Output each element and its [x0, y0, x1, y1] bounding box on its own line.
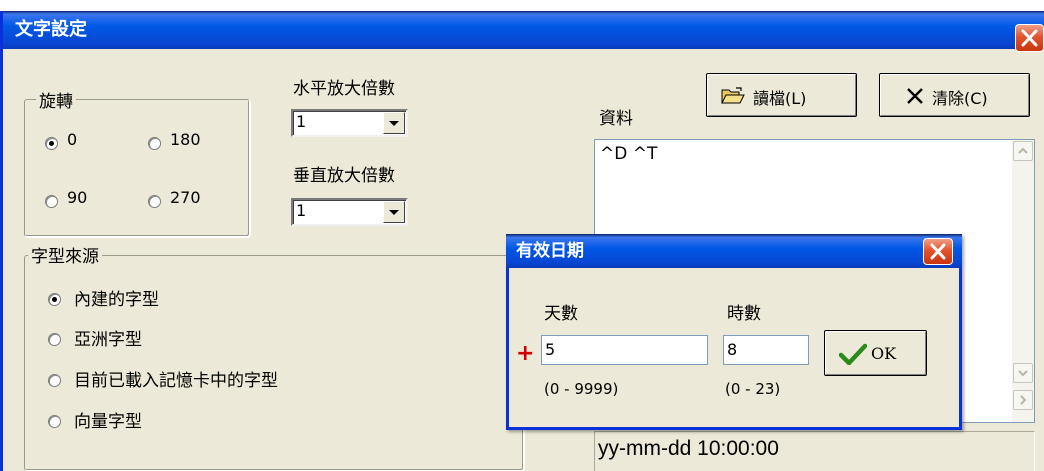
- data-content: ^D ^T: [600, 144, 658, 164]
- rotation-radio-90[interactable]: [45, 195, 58, 208]
- font-source-label-vector: 向量字型: [74, 412, 142, 432]
- vertical-scale-select[interactable]: 1: [291, 198, 408, 226]
- days-range: (0 - 9999): [544, 380, 619, 398]
- days-input[interactable]: 5: [541, 335, 708, 365]
- chevron-right-icon: [1020, 395, 1027, 405]
- font-source-radio-builtin[interactable]: [48, 293, 61, 306]
- horizontal-scale-label: 水平放大倍數: [293, 79, 395, 99]
- horizontal-scale-value: 1: [296, 112, 307, 131]
- close-icon: [1021, 29, 1038, 47]
- rotation-label-0: 0: [67, 130, 78, 149]
- ok-label: OK: [871, 344, 897, 363]
- load-file-button[interactable]: 讀檔(L): [706, 73, 857, 117]
- font-source-label-asian: 亞洲字型: [74, 330, 142, 350]
- rotation-label-270: 270: [170, 188, 201, 207]
- hours-value: 8: [727, 340, 738, 359]
- font-source-legend: 字型來源: [28, 242, 102, 267]
- hours-range: (0 - 23): [725, 380, 781, 398]
- x-icon: [907, 88, 923, 104]
- data-vertical-scrollbar[interactable]: [1012, 140, 1034, 422]
- load-file-label: 讀檔(L): [753, 89, 807, 108]
- font-source-radio-vector[interactable]: [48, 415, 61, 428]
- rotation-radio-180[interactable]: [148, 137, 161, 150]
- hours-label: 時數: [727, 304, 761, 324]
- rotation-legend: 旋轉: [36, 87, 76, 112]
- hours-input[interactable]: 8: [723, 335, 809, 365]
- scroll-down-button[interactable]: [1013, 363, 1033, 383]
- font-source-label-memory-card: 目前已載入記憶卡中的字型: [74, 371, 278, 391]
- days-value: 5: [545, 340, 556, 359]
- horizontal-scale-select[interactable]: 1: [291, 109, 408, 137]
- chevron-up-icon: [1018, 147, 1028, 154]
- dialog-close-button[interactable]: [923, 238, 953, 265]
- days-label: 天數: [544, 304, 578, 324]
- rotation-group: [24, 99, 250, 237]
- vertical-scale-value: 1: [296, 201, 307, 220]
- clear-button[interactable]: 清除(C): [879, 73, 1030, 117]
- dialog-title: 有效日期: [516, 241, 584, 261]
- horizontal-scale-dropdown[interactable]: [383, 112, 405, 134]
- checkmark-icon: [839, 343, 867, 365]
- font-source-radio-memory-card[interactable]: [48, 374, 61, 387]
- chevron-down-icon: [389, 210, 399, 215]
- valid-date-dialog: 有效日期 天數 時數 + 5 8 (0 - 9999) (0 - 23) OK: [506, 234, 962, 430]
- preview-box: yy-mm-dd 10:00:00: [594, 431, 1035, 471]
- rotation-label-180: 180: [170, 130, 201, 149]
- rotation-radio-270[interactable]: [148, 195, 161, 208]
- chevron-down-icon: [1018, 370, 1028, 377]
- open-folder-icon: [721, 87, 745, 104]
- main-title-bar: 文字設定: [3, 11, 1044, 49]
- font-source-label-builtin: 內建的字型: [74, 290, 159, 310]
- close-icon: [930, 243, 946, 260]
- required-marker: +: [516, 341, 535, 366]
- dialog-title-bar: 有效日期: [506, 234, 962, 268]
- data-label: 資料: [599, 109, 633, 129]
- window-title: 文字設定: [15, 19, 87, 40]
- preview-text: yy-mm-dd 10:00:00: [598, 437, 779, 460]
- chevron-down-icon: [389, 121, 399, 126]
- rotation-label-90: 90: [67, 188, 88, 207]
- scroll-up-button[interactable]: [1013, 141, 1033, 161]
- rotation-radio-0[interactable]: [45, 137, 58, 150]
- font-source-radio-asian[interactable]: [48, 333, 61, 346]
- ok-button[interactable]: OK: [824, 330, 927, 376]
- scroll-right-button[interactable]: [1013, 390, 1033, 410]
- main-close-button[interactable]: [1015, 24, 1044, 52]
- clear-label: 清除(C): [932, 89, 988, 108]
- vertical-scale-dropdown[interactable]: [383, 201, 405, 223]
- vertical-scale-label: 垂直放大倍數: [293, 166, 395, 186]
